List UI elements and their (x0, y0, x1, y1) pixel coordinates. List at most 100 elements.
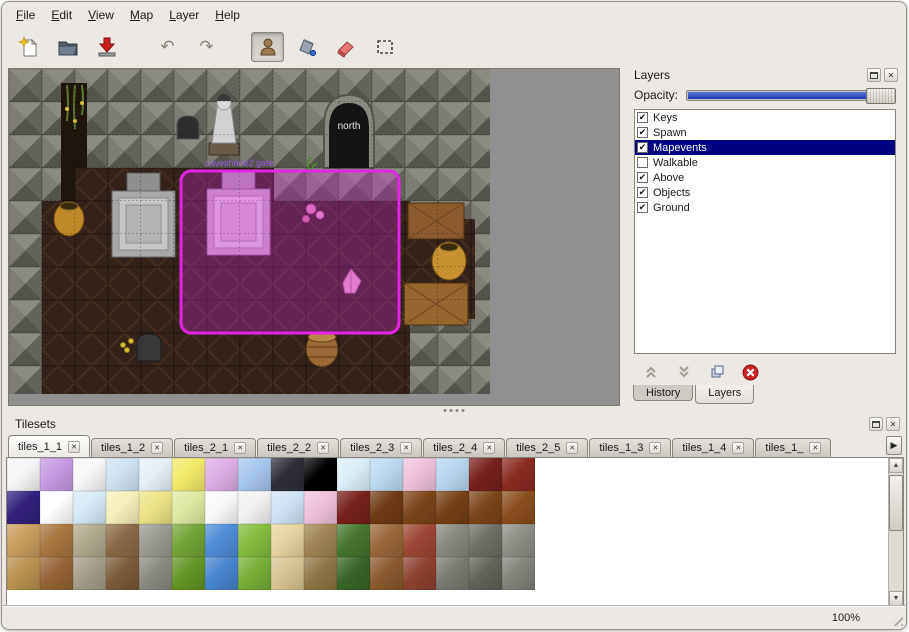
opacity-slider[interactable] (686, 90, 896, 101)
tile[interactable] (172, 458, 205, 491)
tile[interactable] (73, 491, 106, 524)
tile[interactable] (40, 491, 73, 524)
tile[interactable] (7, 557, 40, 590)
tileset-scrollbar[interactable]: ▲ ▼ (888, 458, 903, 606)
tile[interactable] (106, 557, 139, 590)
new-button[interactable] (12, 32, 45, 62)
tile[interactable] (502, 458, 535, 491)
float-panel-button[interactable] (869, 417, 883, 431)
tile[interactable] (403, 524, 436, 557)
tile[interactable] (238, 557, 271, 590)
tile[interactable] (403, 491, 436, 524)
tab-scroll-right-button[interactable]: ▶ (886, 436, 902, 455)
layer-row-objects[interactable]: ✔Objects (635, 185, 895, 200)
tile[interactable] (370, 491, 403, 524)
horizontal-splitter[interactable] (2, 406, 906, 415)
redo-button[interactable]: ↷ (190, 32, 223, 62)
tile[interactable] (436, 524, 469, 557)
layer-row-above[interactable]: ✔Above (635, 170, 895, 185)
tile[interactable] (469, 491, 502, 524)
menu-item-file[interactable]: File (8, 4, 43, 26)
tile[interactable] (205, 524, 238, 557)
tile[interactable] (205, 557, 238, 590)
layer-visibility-checkbox[interactable]: ✔ (637, 142, 648, 153)
menu-item-help[interactable]: Help (207, 4, 248, 26)
layer-row-ground[interactable]: ✔Ground (635, 200, 895, 215)
tile[interactable] (469, 524, 502, 557)
select-tool-button[interactable] (368, 32, 401, 62)
panel-tab-history[interactable]: History (633, 385, 693, 401)
close-panel-button[interactable]: ✕ (884, 68, 898, 82)
tile[interactable] (106, 524, 139, 557)
tileset-tab-tiles_1_[interactable]: tiles_1_✕ (755, 438, 831, 457)
tile[interactable] (40, 557, 73, 590)
tab-close-icon[interactable]: ✕ (732, 442, 744, 454)
layer-duplicate-button[interactable] (707, 362, 727, 382)
tab-close-icon[interactable]: ✕ (400, 442, 412, 454)
close-panel-button[interactable]: ✕ (886, 417, 900, 431)
tile[interactable] (106, 458, 139, 491)
tile[interactable] (238, 458, 271, 491)
tile[interactable] (139, 524, 172, 557)
layer-row-spawn[interactable]: ✔Spawn (635, 125, 895, 140)
tab-close-icon[interactable]: ✕ (68, 441, 80, 453)
tile[interactable] (403, 458, 436, 491)
tile[interactable] (73, 458, 106, 491)
tab-close-icon[interactable]: ✕ (649, 442, 661, 454)
tile[interactable] (139, 557, 172, 590)
tile[interactable] (469, 458, 502, 491)
layer-row-walkable[interactable]: Walkable (635, 155, 895, 170)
tile[interactable] (304, 458, 337, 491)
tile[interactable] (271, 524, 304, 557)
layer-row-mapevents[interactable]: ✔Mapevents (635, 140, 895, 155)
tile[interactable] (139, 458, 172, 491)
tileset-tab-tiles_2_5[interactable]: tiles_2_5✕ (506, 438, 588, 457)
layer-visibility-checkbox[interactable] (637, 157, 648, 168)
tileset-tab-tiles_2_1[interactable]: tiles_2_1✕ (174, 438, 256, 457)
tile[interactable] (106, 491, 139, 524)
open-button[interactable] (51, 32, 84, 62)
tab-close-icon[interactable]: ✕ (151, 442, 163, 454)
tile[interactable] (337, 557, 370, 590)
map-selection[interactable] (181, 171, 399, 333)
tab-close-icon[interactable]: ✕ (234, 442, 246, 454)
scroll-up-button[interactable]: ▲ (889, 458, 903, 473)
tile[interactable] (205, 491, 238, 524)
tile[interactable] (40, 458, 73, 491)
map-canvas[interactable]: caveshrine2 gate north (8, 68, 620, 406)
layer-visibility-checkbox[interactable]: ✔ (637, 127, 648, 138)
fill-tool-button[interactable] (290, 32, 323, 62)
tile[interactable] (7, 491, 40, 524)
tile[interactable] (304, 524, 337, 557)
layer-visibility-checkbox[interactable]: ✔ (637, 202, 648, 213)
tile[interactable] (7, 524, 40, 557)
tileset-tab-tiles_1_2[interactable]: tiles_1_2✕ (91, 438, 173, 457)
tab-close-icon[interactable]: ✕ (566, 442, 578, 454)
actor-tool-button[interactable] (251, 32, 284, 62)
opacity-slider-handle[interactable] (866, 88, 896, 104)
menu-item-map[interactable]: Map (122, 4, 161, 26)
tile[interactable] (271, 458, 304, 491)
tile[interactable] (73, 524, 106, 557)
tile[interactable] (172, 557, 205, 590)
tab-close-icon[interactable]: ✕ (317, 442, 329, 454)
panel-tab-layers[interactable]: Layers (695, 385, 754, 404)
tab-close-icon[interactable]: ✕ (483, 442, 495, 454)
tile[interactable] (337, 524, 370, 557)
tileset-tab-tiles_1_4[interactable]: tiles_1_4✕ (672, 438, 754, 457)
tileset-tab-tiles_2_2[interactable]: tiles_2_2✕ (257, 438, 339, 457)
scrollbar-thumb[interactable] (889, 475, 903, 531)
tile[interactable] (469, 557, 502, 590)
scroll-down-button[interactable]: ▼ (889, 591, 903, 606)
tile[interactable] (436, 491, 469, 524)
tileset-tab-tiles_2_3[interactable]: tiles_2_3✕ (340, 438, 422, 457)
menu-item-layer[interactable]: Layer (161, 4, 207, 26)
tile[interactable] (7, 458, 40, 491)
tile[interactable] (337, 491, 370, 524)
tile[interactable] (370, 557, 403, 590)
menu-item-edit[interactable]: Edit (43, 4, 80, 26)
tileset-tab-tiles_1_3[interactable]: tiles_1_3✕ (589, 438, 671, 457)
tile[interactable] (403, 557, 436, 590)
tile[interactable] (73, 557, 106, 590)
tile[interactable] (172, 524, 205, 557)
